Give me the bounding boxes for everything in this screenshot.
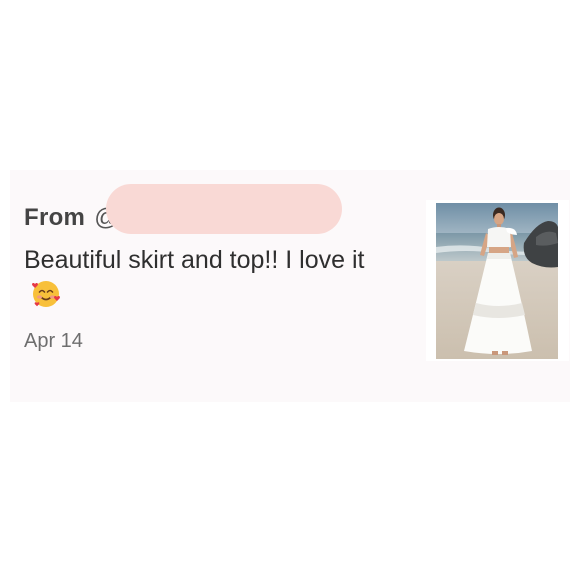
review-date: Apr 14 (24, 330, 83, 352)
review-author-row: From @ (24, 200, 119, 236)
review-card: From @ Beautiful skirt and top!! I love … (10, 170, 570, 402)
username-redaction (106, 184, 342, 234)
review-message-text: Beautiful skirt and top!! I love it (24, 246, 365, 274)
product-photo-image (436, 203, 558, 359)
from-label: From (24, 204, 86, 231)
smiling-face-with-hearts-icon (30, 278, 62, 310)
review-message: Beautiful skirt and top!! I love it (24, 242, 384, 314)
product-thumbnail[interactable] (426, 200, 569, 361)
